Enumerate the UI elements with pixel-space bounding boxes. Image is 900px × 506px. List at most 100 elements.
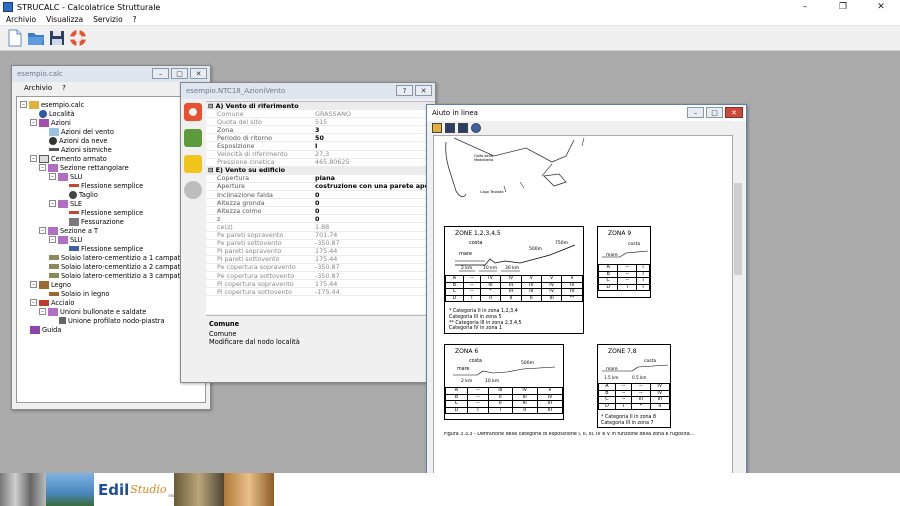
zone-7-8-grid: A -- -- IV B -- -- IV C -- III III D I * II (598, 383, 671, 410)
tree-node-fess[interactable]: Fessurazione (69, 217, 124, 226)
collapse-icon[interactable]: – (49, 236, 56, 243)
help-close-button[interactable]: ✕ (725, 107, 743, 118)
cell: D (445, 406, 468, 414)
forward-arrow-icon[interactable] (458, 122, 468, 133)
help-lifebuoy-icon[interactable] (184, 103, 202, 121)
collapse-icon[interactable]: – (49, 200, 56, 207)
actions-help-button[interactable]: ? (396, 85, 413, 96)
prop-row[interactable]: Pi copertura sottovento -175.44 (206, 288, 435, 297)
tree-minimize-button[interactable]: – (152, 68, 169, 79)
cell: D (445, 294, 464, 302)
prop-value: -350.87 (315, 239, 340, 248)
state-icon (58, 199, 68, 208)
collapse-icon[interactable]: – (49, 173, 56, 180)
settings-gear-icon[interactable] (184, 181, 202, 199)
tree-window-title: esempio.calc (17, 70, 63, 78)
actions-window-titlebar[interactable]: esempio.NTC18_AzioniVento ? ✕ (181, 83, 435, 99)
tree-menu-archivio[interactable]: Archivio (24, 84, 52, 92)
collapse-icon[interactable]: – (30, 155, 37, 162)
tree-node-legno[interactable]: – Legno (30, 280, 71, 289)
tree-node-unioni[interactable]: – Unioni bullonate e saldate (39, 307, 146, 316)
report-icon[interactable] (184, 129, 202, 147)
collapse-icon[interactable]: – (20, 101, 27, 108)
joint-icon (59, 317, 66, 324)
tree-node-sez-t[interactable]: – Sezione a T (39, 226, 98, 235)
help-minimize-button[interactable]: – (687, 107, 704, 118)
scroll-thumb[interactable] (734, 183, 742, 275)
help-vertical-scrollbar[interactable] (733, 135, 743, 482)
export-pdf-icon[interactable] (184, 155, 202, 173)
tree-node-taglio[interactable]: Taglio (69, 190, 98, 199)
prop-key: Quota del sito (217, 117, 262, 126)
tree-node-solaio-1[interactable]: Solaio latero-cementizio a 1 campata (49, 253, 184, 262)
prop-key: Periodo di ritorno (217, 133, 273, 142)
prop-value[interactable]: 0 (306, 199, 435, 207)
tree-node-label: Solaio latero-cementizio a 2 campate (61, 262, 185, 271)
actions-close-button[interactable]: ✕ (415, 85, 432, 96)
tree-node-solaio-3[interactable]: Solaio latero-cementizio a 3 campate (49, 271, 184, 280)
tree-node-unione-nodo[interactable]: Unione profilato nodo-piastra (59, 316, 165, 325)
prop-value[interactable]: 50 (306, 134, 435, 142)
tree-node-solaio-2[interactable]: Solaio latero-cementizio a 2 campate (49, 262, 184, 271)
zone-label: 0.5 km (632, 375, 647, 380)
prop-value[interactable]: 0 (306, 215, 435, 223)
note-line: Categoria IV in zona 1 (449, 326, 502, 332)
tree-node-sez-rett[interactable]: – Sezione rettangolare (39, 163, 129, 172)
back-arrow-icon[interactable] (445, 122, 455, 133)
project-tree: – esempio.calc Località – Azioni Azioni de… (16, 96, 206, 403)
tree-node-sismiche[interactable]: Azioni sismiche (49, 145, 112, 154)
home-icon[interactable] (432, 122, 442, 133)
prop-value[interactable]: costruzione con una parete aperta (306, 182, 435, 190)
minimize-button[interactable]: – (786, 0, 824, 14)
tree-node-solaio-legno[interactable]: Solaio in legno (49, 289, 109, 298)
zone-label: 10 km (485, 379, 500, 384)
tree-node-localita[interactable]: Località (39, 109, 75, 118)
app-title: STRUCALC - Calcolatrice Strutturale (17, 2, 161, 12)
menu-servizio[interactable]: Servizio (93, 15, 123, 24)
tree-menu-help[interactable]: ? (62, 84, 66, 92)
tree-node-root[interactable]: – esempio.calc (20, 100, 84, 109)
menu-help[interactable]: ? (133, 15, 137, 24)
help-lifebuoy-icon[interactable] (68, 28, 88, 48)
open-folder-icon[interactable] (26, 28, 46, 48)
prop-value[interactable]: piana (306, 174, 435, 182)
tree-node-fless-sle[interactable]: Flessione semplice (69, 208, 143, 217)
tree-node-label: Cemento armato (51, 154, 107, 163)
new-file-icon[interactable] (5, 28, 25, 48)
tree-node-acciaio[interactable]: – Acciaio (30, 298, 74, 307)
tree-node-cemento[interactable]: – Cemento armato (30, 154, 107, 163)
tree-node-fless[interactable]: Flessione semplice (69, 181, 143, 190)
tree-close-button[interactable]: ✕ (190, 68, 207, 79)
menu-visualizza[interactable]: Visualizza (46, 15, 83, 24)
collapse-icon[interactable]: – (39, 227, 46, 234)
prop-value[interactable]: 3 (306, 126, 435, 134)
tree-node-azioni[interactable]: – Azioni (30, 118, 71, 127)
menu-archivio[interactable]: Archivio (6, 15, 36, 24)
tree-maximize-button[interactable]: □ (171, 68, 188, 79)
tree-node-neve[interactable]: Azioni da neve (49, 136, 107, 145)
close-button[interactable]: ✕ (862, 0, 900, 14)
search-icon[interactable] (471, 122, 481, 133)
tree-node-slu[interactable]: – SLU (49, 172, 82, 181)
zone-title: ZONE 7,8 (608, 348, 637, 355)
prop-value[interactable]: 0 (306, 207, 435, 215)
collapse-icon[interactable]: – (30, 281, 37, 288)
prop-value[interactable]: I (306, 142, 435, 150)
prop-key: Comune (217, 109, 244, 118)
tree-node-slu-t[interactable]: – SLU (49, 235, 82, 244)
tree-node-fless-t[interactable]: Flessione semplice (69, 244, 143, 253)
tree-node-vento[interactable]: Azioni del vento (49, 127, 114, 136)
tree-node-sle[interactable]: – SLE (49, 199, 82, 208)
save-disk-icon[interactable] (47, 28, 67, 48)
collapse-icon[interactable]: – (30, 119, 37, 126)
collapse-icon[interactable]: – (30, 299, 37, 306)
help-window-titlebar[interactable]: Aiuto in linea – □ ✕ (427, 105, 746, 121)
prop-value[interactable]: 0 (306, 191, 435, 199)
tree-node-label: Unione profilato nodo-piastra (68, 316, 165, 325)
collapse-icon[interactable]: – (39, 308, 46, 315)
tree-window-titlebar[interactable]: esempio.calc – □ ✕ (12, 66, 210, 82)
tree-node-guida[interactable]: Guida (30, 325, 61, 334)
help-maximize-button[interactable]: □ (706, 107, 723, 118)
collapse-icon[interactable]: – (39, 164, 46, 171)
maximize-button[interactable]: ❐ (824, 0, 862, 14)
